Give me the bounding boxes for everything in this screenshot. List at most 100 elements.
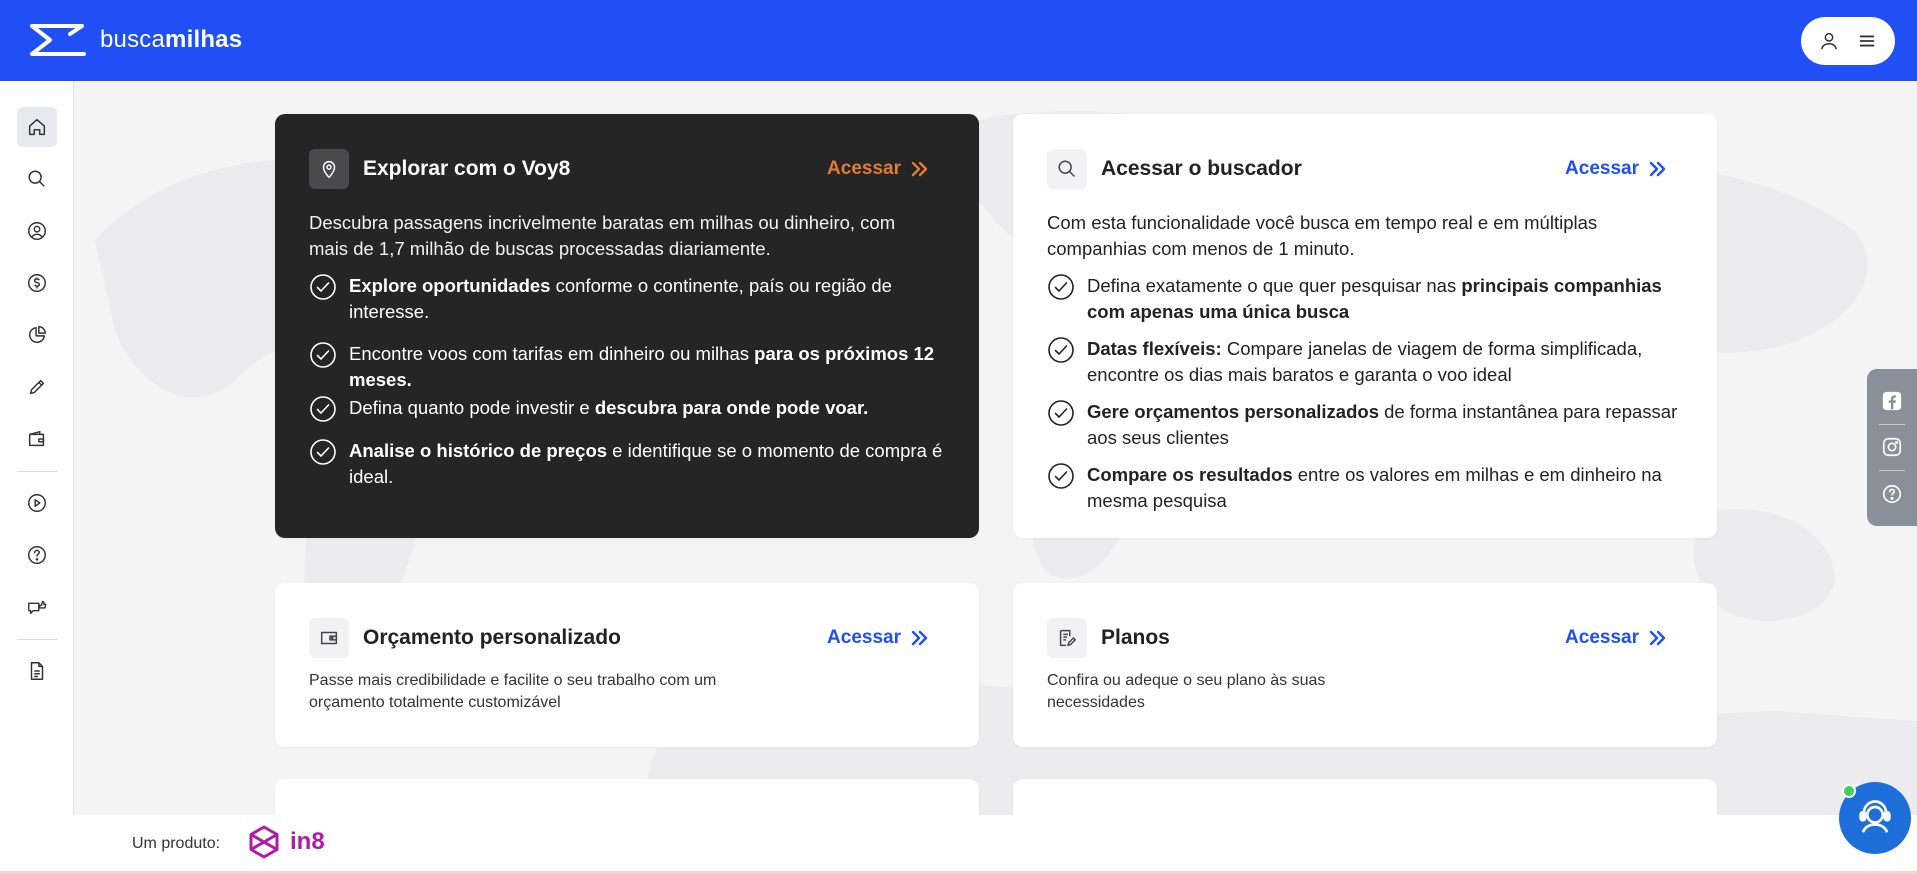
social-divider bbox=[1879, 424, 1905, 425]
orcamento-access-label: Acessar bbox=[827, 627, 901, 648]
wallet-icon bbox=[320, 631, 338, 645]
check-circle-icon bbox=[1048, 463, 1074, 489]
sidebar-item-documents[interactable] bbox=[17, 651, 57, 691]
top-header: buscamilhas bbox=[0, 0, 1917, 81]
sidebar-item-feedback[interactable] bbox=[17, 587, 57, 627]
search-icon bbox=[1058, 160, 1075, 177]
double-chevron-right-icon bbox=[1649, 630, 1666, 646]
voy8-feature-bold: Explore oportunidades bbox=[349, 275, 551, 296]
orcamento-card-title: Orçamento personalizado bbox=[363, 626, 621, 649]
logo-text-bold: milhas bbox=[165, 26, 243, 53]
help-icon bbox=[28, 546, 46, 564]
buscador-card-description: Com esta funcionalidade você busca em te… bbox=[1047, 212, 1598, 259]
help-link[interactable] bbox=[1880, 482, 1904, 506]
chat-thumbs-icon bbox=[28, 600, 47, 615]
sidebar-item-search[interactable] bbox=[17, 159, 57, 199]
voy8-feature-text: Encontre voos com tarifas em dinheiro ou… bbox=[349, 343, 755, 364]
logo[interactable]: buscamilhas bbox=[26, 22, 242, 58]
social-sidebar bbox=[1867, 369, 1917, 526]
sidebar bbox=[0, 81, 74, 815]
orcamento-card-header: Orçamento personalizado bbox=[309, 618, 621, 658]
instagram-link[interactable] bbox=[1880, 435, 1904, 459]
play-icon bbox=[28, 494, 46, 512]
sidebar-item-videos[interactable] bbox=[17, 483, 57, 523]
voy8-access-label: Acessar bbox=[827, 158, 901, 179]
planos-icon-box bbox=[1047, 618, 1087, 658]
pie-chart-icon bbox=[29, 326, 46, 343]
check-circle-icon bbox=[1048, 400, 1074, 426]
buscador-feature-bold: Compare os resultados bbox=[1087, 464, 1293, 485]
double-chevron-right-icon bbox=[911, 630, 928, 646]
help-icon bbox=[1882, 484, 1902, 504]
voy8-icon-box bbox=[309, 149, 349, 189]
instagram-icon bbox=[1882, 437, 1902, 457]
check-circle-icon bbox=[310, 396, 336, 422]
main-content: Explorar com o Voy8 Acessar Descubra pas… bbox=[75, 81, 1917, 815]
dollar-icon bbox=[28, 274, 46, 292]
double-chevron-right-icon bbox=[1649, 161, 1666, 177]
voy8-feature-item: Defina quanto pode investir e descubra p… bbox=[309, 395, 949, 423]
buscador-feature-bold: Datas flexíveis: bbox=[1087, 338, 1222, 359]
orcamento-card-description: Passe mais credibilidade e facilite o se… bbox=[309, 672, 717, 711]
buscador-feature-item: Datas flexíveis: Compare janelas de viag… bbox=[1047, 336, 1687, 388]
planos-card-description: Confira ou adeque o seu plano às suas ne… bbox=[1047, 672, 1326, 711]
buscador-card-header: Acessar o buscador bbox=[1047, 149, 1302, 189]
footer: Um produto: in8 bbox=[0, 815, 1917, 874]
check-circle-icon bbox=[1048, 274, 1074, 300]
voy8-card: Explorar com o Voy8 Acessar Descubra pas… bbox=[275, 114, 979, 538]
support-agent-icon bbox=[1859, 800, 1891, 833]
facebook-link[interactable] bbox=[1880, 389, 1904, 413]
edit-document-icon bbox=[1059, 629, 1076, 647]
sidebar-divider bbox=[17, 471, 57, 472]
home-icon bbox=[28, 118, 46, 136]
buscador-card-title: Acessar o buscador bbox=[1101, 157, 1302, 180]
voy8-feature-item: Explore oportunidades conforme o contine… bbox=[309, 273, 949, 325]
orcamento-access-link[interactable]: Acessar bbox=[827, 627, 929, 649]
search-icon bbox=[28, 170, 45, 187]
map-pin-icon bbox=[322, 161, 336, 179]
buscador-feature-bold: Gere orçamentos personalizados bbox=[1087, 401, 1379, 422]
in8-mark-icon bbox=[249, 825, 279, 859]
planos-card: Planos Acessar Confira ou adeque o seu p… bbox=[1013, 583, 1717, 747]
in8-logo[interactable]: in8 bbox=[246, 824, 325, 860]
check-circle-icon bbox=[310, 274, 336, 300]
buscador-feature-item: Defina exatamente o que quer pesquisar n… bbox=[1047, 273, 1687, 325]
planos-card-title: Planos bbox=[1101, 626, 1170, 649]
sidebar-item-explore[interactable] bbox=[17, 211, 57, 251]
social-divider bbox=[1879, 470, 1905, 471]
voy8-access-link[interactable]: Acessar bbox=[827, 158, 929, 180]
voy8-feature-bold: Analise o histórico de preços bbox=[349, 440, 608, 461]
voy8-card-header: Explorar com o Voy8 bbox=[309, 149, 570, 189]
sidebar-item-help[interactable] bbox=[17, 535, 57, 575]
planos-access-label: Acessar bbox=[1565, 627, 1639, 648]
location-icon bbox=[28, 222, 46, 240]
voy8-feature-text: Defina quanto pode investir e bbox=[349, 397, 595, 418]
sidebar-item-wallet[interactable] bbox=[17, 419, 57, 459]
sidebar-divider bbox=[17, 639, 57, 640]
logo-mark-icon bbox=[30, 24, 86, 56]
logo-text-light: busca bbox=[100, 26, 166, 53]
check-circle-icon bbox=[310, 439, 336, 465]
sidebar-item-analytics[interactable] bbox=[17, 315, 57, 355]
footer-label: Um produto: bbox=[132, 835, 221, 852]
sidebar-item-prices[interactable] bbox=[17, 263, 57, 303]
hamburger-menu-icon bbox=[1859, 35, 1875, 47]
planos-access-link[interactable]: Acessar bbox=[1565, 627, 1667, 649]
voy8-feature-item: Analise o histórico de preços e identifi… bbox=[309, 438, 949, 490]
check-circle-icon bbox=[1048, 337, 1074, 363]
voy8-card-description: Descubra passagens incrivelmente baratas… bbox=[309, 212, 896, 259]
pencil-icon bbox=[29, 379, 45, 395]
document-icon bbox=[30, 662, 44, 680]
sidebar-item-home[interactable] bbox=[17, 107, 57, 147]
buscador-access-label: Acessar bbox=[1565, 158, 1639, 179]
logo-text: buscamilhas bbox=[100, 26, 242, 54]
buscador-feature-item: Compare os resultados entre os valores e… bbox=[1047, 462, 1687, 514]
check-circle-icon bbox=[310, 342, 336, 368]
voy8-card-title: Explorar com o Voy8 bbox=[363, 157, 571, 180]
wallet-icon bbox=[28, 430, 45, 447]
facebook-icon bbox=[1882, 391, 1902, 411]
orcamento-icon-box bbox=[309, 618, 349, 658]
sidebar-item-edit[interactable] bbox=[17, 367, 57, 407]
buscador-access-link[interactable]: Acessar bbox=[1565, 158, 1667, 180]
user-menu-button[interactable] bbox=[1801, 17, 1895, 65]
